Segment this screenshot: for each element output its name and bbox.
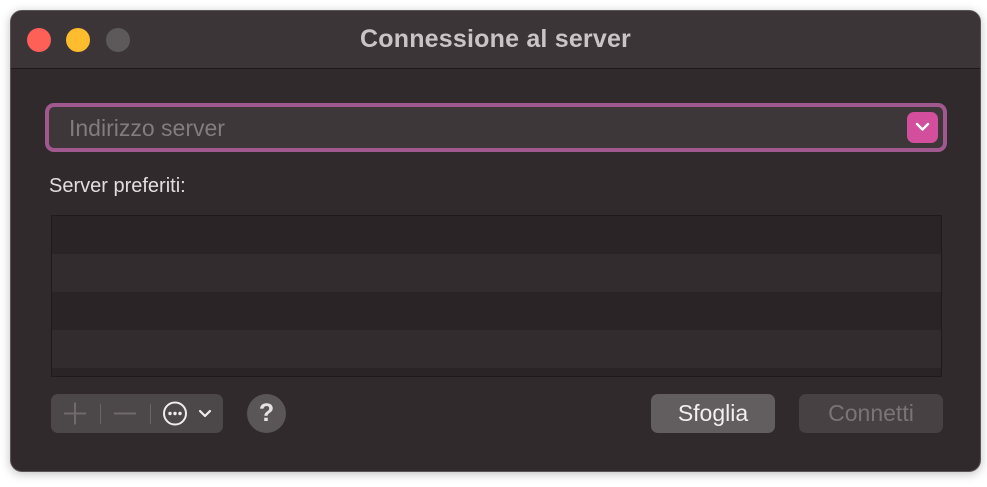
remove-favorite-button[interactable] [101, 394, 149, 433]
connect-to-server-window: Connessione al server Server preferiti: [10, 10, 981, 472]
title-bar: Connessione al server [11, 11, 980, 69]
chevron-down-icon [915, 122, 930, 131]
plus-icon [64, 402, 86, 425]
chevron-down-icon [198, 409, 212, 418]
browse-button[interactable]: Sfoglia [651, 394, 775, 433]
ellipsis-circle-icon [163, 401, 212, 426]
list-row-empty [52, 330, 941, 368]
recent-servers-dropdown-button[interactable] [907, 112, 938, 143]
window-title: Connessione al server [360, 25, 631, 53]
favorite-servers-list[interactable] [51, 215, 942, 377]
help-button[interactable]: ? [247, 394, 286, 433]
favorites-segmented-control [51, 394, 223, 433]
list-row-empty [52, 368, 941, 376]
server-address-input[interactable] [67, 107, 891, 150]
list-row-empty [52, 292, 941, 330]
favorite-servers-label: Server preferiti: [49, 175, 186, 197]
list-row-empty [52, 216, 941, 254]
minus-icon [114, 412, 136, 415]
server-address-combobox[interactable] [45, 103, 947, 152]
list-row-empty [52, 254, 941, 292]
add-favorite-button[interactable] [51, 394, 99, 433]
more-options-menu-button[interactable] [151, 394, 223, 433]
connect-button[interactable]: Connetti [799, 394, 943, 433]
